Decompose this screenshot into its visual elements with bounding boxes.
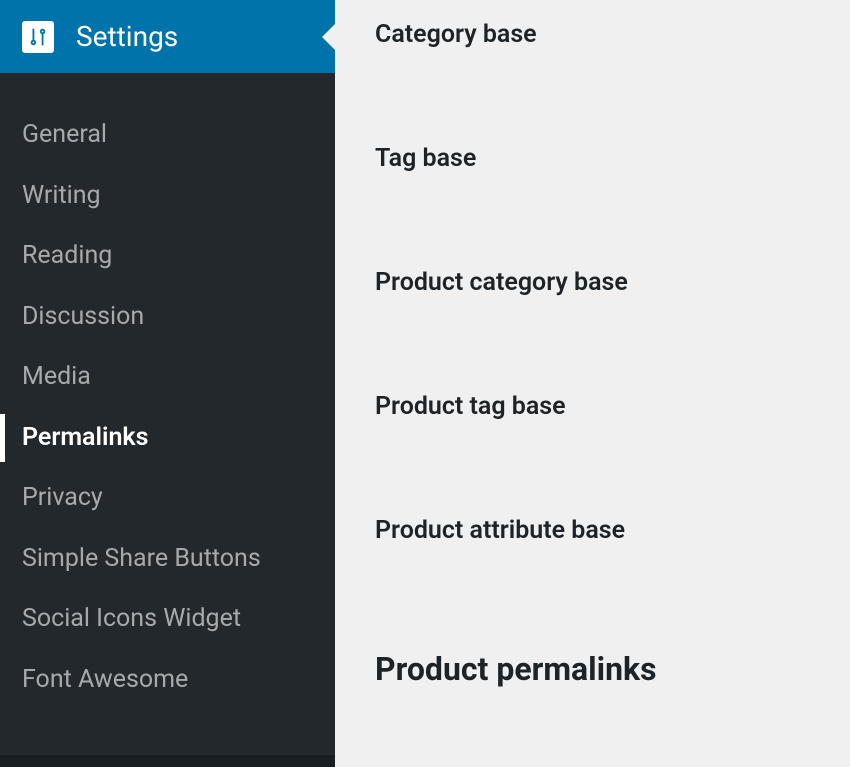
- section-heading-product-permalinks: Product permalinks: [375, 650, 810, 688]
- field-label-category-base: Category base: [375, 20, 810, 49]
- sidebar-item-label: Writing: [22, 181, 101, 210]
- sidebar-item-label: Permalinks: [22, 423, 148, 452]
- sidebar-items: General Writing Reading Discussion Media…: [0, 73, 335, 710]
- sidebar-item-label: General: [22, 120, 107, 149]
- sidebar-header-label: Settings: [76, 20, 178, 53]
- field-label-product-tag-base: Product tag base: [375, 392, 810, 421]
- sidebar-item-label: Discussion: [22, 302, 144, 331]
- admin-sidebar: Settings General Writing Reading Discuss…: [0, 0, 335, 767]
- sidebar-item-label: Media: [22, 362, 91, 391]
- sidebar-item-font-awesome[interactable]: Font Awesome: [0, 650, 335, 711]
- sidebar-item-media[interactable]: Media: [0, 347, 335, 408]
- sidebar-item-label: Simple Share Buttons: [22, 544, 261, 573]
- sidebar-item-label: Social Icons Widget: [22, 604, 241, 633]
- field-label-tag-base: Tag base: [375, 144, 810, 173]
- sidebar-item-label: Font Awesome: [22, 665, 188, 694]
- sidebar-item-label: Reading: [22, 241, 112, 270]
- sidebar-item-simple-share-buttons[interactable]: Simple Share Buttons: [0, 529, 335, 590]
- sidebar-item-reading[interactable]: Reading: [0, 226, 335, 287]
- sidebar-item-social-icons-widget[interactable]: Social Icons Widget: [0, 589, 335, 650]
- sidebar-header-settings[interactable]: Settings: [0, 0, 335, 73]
- field-label-product-category-base: Product category base: [375, 268, 810, 297]
- sidebar-item-writing[interactable]: Writing: [0, 166, 335, 227]
- settings-icon: [22, 21, 54, 53]
- sidebar-item-discussion[interactable]: Discussion: [0, 287, 335, 348]
- sidebar-item-permalinks[interactable]: Permalinks: [0, 408, 335, 469]
- sidebar-footer: [0, 755, 335, 767]
- sidebar-item-label: Privacy: [22, 483, 103, 512]
- main-content: Category base Tag base Product category …: [335, 0, 850, 767]
- sidebar-item-general[interactable]: General: [0, 105, 335, 166]
- field-label-product-attribute-base: Product attribute base: [375, 516, 810, 545]
- sidebar-item-privacy[interactable]: Privacy: [0, 468, 335, 529]
